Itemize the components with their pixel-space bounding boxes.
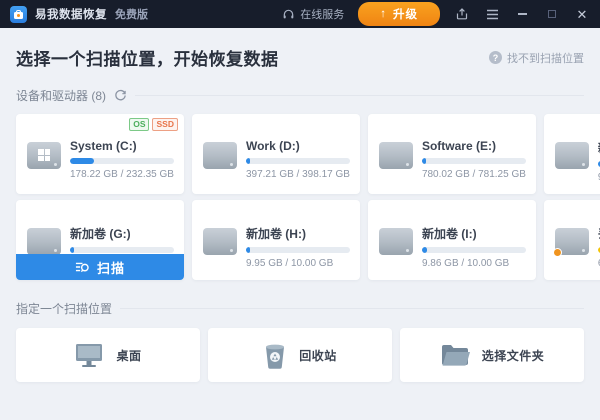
capacity-bar (421, 247, 526, 253)
drive-card[interactable]: 丢失的分区- 1 643.59 GB (543, 200, 600, 280)
minimize-icon[interactable] (514, 6, 530, 22)
refresh-icon[interactable] (114, 89, 127, 102)
help-link[interactable]: ? 找不到扫描位置 (489, 50, 584, 66)
drive-name: Work (D:) (245, 139, 300, 153)
scan-location-label: 回收站 (299, 348, 337, 363)
section-divider (120, 308, 584, 309)
drive-capacity: 9.95 GB / 10.00 GB (245, 258, 334, 269)
maximize-icon[interactable] (544, 6, 560, 22)
app-edition-badge: 免费版 (115, 9, 148, 21)
upgrade-button[interactable]: ↑ 升级 (358, 2, 440, 26)
capacity-bar (70, 158, 174, 164)
main-content: 选择一个扫描位置，开始恢复数据 ? 找不到扫描位置 设备和驱动器 (8) OS S… (0, 28, 600, 382)
menu-icon[interactable] (484, 6, 500, 22)
question-circle-icon: ? (489, 51, 502, 64)
drive-capacity: 178.22 GB / 232.35 GB (70, 169, 174, 180)
lost-partition-dot (552, 248, 562, 257)
folder-icon (440, 343, 470, 367)
scan-location-card[interactable]: 选择文件夹 (400, 328, 584, 382)
page-title: 选择一个扫描位置，开始恢复数据 (16, 50, 279, 69)
drive-card[interactable]: Software (E:) 780.02 GB / 781.25 GB (367, 114, 536, 194)
drive-icon (554, 142, 589, 169)
drive-name: System (C:) (70, 139, 137, 153)
drive-capacity: 780.02 GB / 781.25 GB (421, 169, 526, 180)
drive-card[interactable]: 新加卷 (H:) 9.95 GB / 10.00 GB (191, 200, 360, 280)
drive-name: 新加卷 (G:) (70, 227, 131, 241)
export-icon[interactable] (454, 6, 470, 22)
scan-location-card[interactable]: 桌面 (16, 328, 200, 382)
drive-card[interactable]: 新加卷 (F:) 9.95 GB / 10.00 GB (543, 114, 600, 194)
scan-location-label: 桌面 (116, 348, 142, 363)
drive-icon (378, 228, 413, 255)
drive-card[interactable]: 新加卷 (I:) 9.86 GB / 10.00 GB (367, 200, 536, 280)
drive-card[interactable]: Work (D:) 397.21 GB / 398.17 GB (191, 114, 360, 194)
drive-capacity: 9.86 GB / 10.00 GB (421, 258, 510, 269)
recycle-bin-icon (263, 342, 287, 369)
drive-badges: OS SSD (129, 118, 178, 131)
devices-section-title: 设备和驱动器 (8) (16, 89, 107, 103)
location-grid: 桌面 回收站 选择文件夹 (16, 328, 584, 382)
drive-name: Software (E:) (421, 139, 496, 153)
app-title: 易我数据恢复 (35, 9, 107, 21)
os-badge: OS (129, 118, 150, 131)
titlebar: 易我数据恢复 免费版 在线服务 ↑ 升级 ✕ (0, 0, 600, 28)
windows-logo-icon (38, 149, 50, 161)
drive-icon (378, 142, 413, 169)
drive-icon (27, 228, 61, 255)
help-label: 找不到扫描位置 (507, 52, 584, 65)
upgrade-label: 升级 (393, 9, 418, 21)
online-service-button[interactable]: 在线服务 (282, 6, 344, 22)
drive-capacity: 397.21 GB / 398.17 GB (245, 169, 350, 180)
drive-icon (202, 228, 237, 255)
drive-grid: OS SSD System (C:) 178.22 GB / 232.35 GB … (16, 114, 600, 280)
section-divider (135, 95, 584, 96)
drive-icon (552, 228, 589, 257)
scan-button-label: 扫描 (96, 260, 125, 276)
drive-card[interactable]: OS SSD System (C:) 178.22 GB / 232.35 GB (16, 114, 184, 194)
headset-icon (282, 8, 295, 21)
scan-icon (75, 260, 90, 274)
upgrade-arrow-icon: ↑ (380, 8, 387, 20)
locations-section-title: 指定一个扫描位置 (16, 302, 113, 316)
app-logo-icon (10, 5, 27, 23)
drive-icon (202, 142, 237, 169)
capacity-bar (421, 158, 526, 164)
ssd-badge: SSD (152, 118, 178, 131)
drive-card[interactable]: 新加卷 (G:) 9.97 GB / 9.99 GB 扫描 (16, 200, 184, 280)
drive-icon (27, 142, 61, 169)
capacity-bar (70, 247, 174, 253)
capacity-bar (245, 158, 350, 164)
scan-button[interactable]: 扫描 (16, 254, 184, 280)
online-service-label: 在线服务 (300, 9, 345, 21)
desktop-icon (74, 342, 104, 368)
drive-name: 新加卷 (H:) (245, 227, 306, 241)
close-icon[interactable]: ✕ (574, 6, 590, 22)
scan-location-card[interactable]: 回收站 (208, 328, 392, 382)
drive-name: 新加卷 (I:) (421, 227, 477, 241)
capacity-bar (245, 247, 350, 253)
scan-location-label: 选择文件夹 (481, 348, 545, 363)
